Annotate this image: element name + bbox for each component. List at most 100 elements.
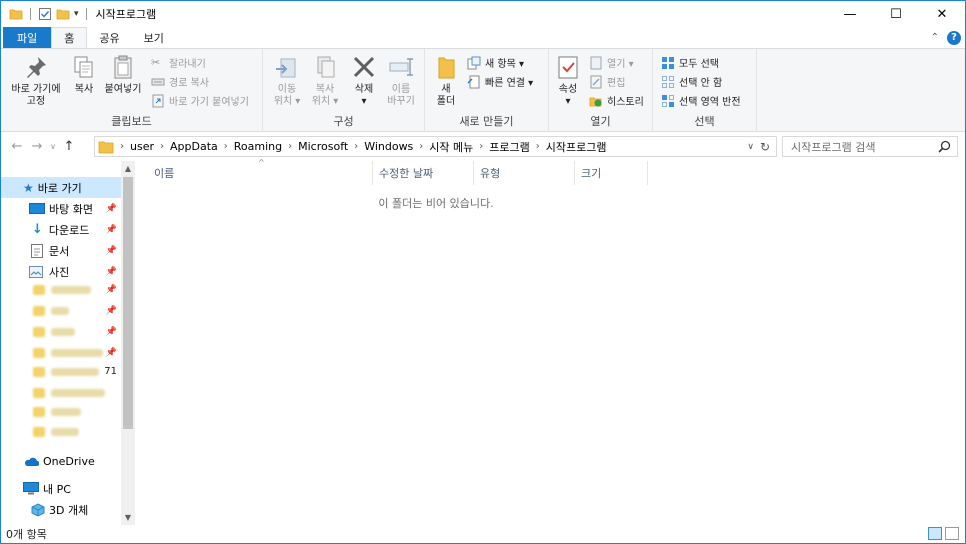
up-arrow-icon[interactable]: ↑ [59,139,79,154]
nav-this-pc[interactable]: 내 PC [1,478,121,499]
recent-locations-chevron-icon[interactable]: ∨ [47,142,59,151]
tab-home[interactable]: 홈 [51,27,88,48]
search-box[interactable]: 시작프로그램 검색 [782,136,958,157]
delete-label: 삭제 ▾ [354,84,374,107]
breadcrumb-chevron-icon[interactable]: › [160,141,164,152]
nav-documents-label: 문서 [49,244,70,258]
properties-check-icon[interactable] [38,7,52,21]
ribbon: 바로 가기에 고정 복사 붙여넣기 ✂ 잘라내기 경로 복사 바로 가기 붙여넣… [1,48,965,132]
easy-access-label: 빠른 연결 ▾ [485,78,534,89]
quick-access-toolbar: ▾ [1,7,90,21]
select-all-button[interactable]: 모두 선택 [661,55,719,70]
new-group-label: 새로 만들기 [459,115,514,128]
tab-share[interactable]: 공유 [87,27,131,48]
forward-arrow-icon[interactable]: → [27,139,47,154]
nav-blurred-folder[interactable] [1,421,121,442]
nav-blurred-folder[interactable]: 📌 [1,279,121,300]
properties-button[interactable]: 속성 ▾ [553,53,583,108]
nav-blurred-folder[interactable] [1,382,121,403]
scrollbar-thumb[interactable] [123,177,133,429]
address-bar[interactable]: › user › AppData › Roaming › Microsoft ›… [94,136,777,157]
paste-button[interactable]: 붙여넣기 [101,53,145,96]
breadcrumb-windows[interactable]: Windows [364,140,413,153]
breadcrumb-programs[interactable]: 프로그램 [489,139,529,155]
delete-button[interactable]: 삭제 ▾ [349,53,379,108]
breadcrumb-chevron-icon[interactable]: › [536,141,540,152]
copy-button[interactable]: 복사 [69,53,99,96]
collapse-ribbon-chevron-icon[interactable]: ⌃ [931,32,939,43]
column-date-modified[interactable]: 수정한 날짜 [373,161,474,185]
help-icon[interactable]: ? [947,30,961,45]
select-none-button[interactable]: 선택 안 함 [661,74,722,89]
breadcrumb-start-menu[interactable]: 시작 메뉴 [429,139,473,155]
cut-button[interactable]: ✂ 잘라내기 [151,55,206,71]
customize-toolbar-chevron-icon[interactable]: ▾ [74,9,79,19]
tab-file[interactable]: 파일 [3,27,52,48]
new-item-button[interactable]: 새 항목 ▾ [467,55,524,70]
folder-icon [33,305,45,316]
tab-view[interactable]: 보기 [132,27,176,48]
move-to-button[interactable]: 이동 위치 ▾ [269,53,305,108]
details-view-icon[interactable] [928,527,942,540]
rename-button[interactable]: 이름 바꾸기 [383,53,419,108]
copy-path-button[interactable]: 경로 복사 [151,74,209,89]
open-button[interactable]: 열기 ▾ [589,55,634,70]
refresh-icon[interactable]: ↻ [760,140,770,154]
close-button[interactable]: ✕ [919,1,965,27]
address-history-chevron-icon[interactable]: ∨ [747,142,754,152]
scroll-up-arrow-icon[interactable]: ▲ [121,164,135,173]
breadcrumb-startup[interactable]: 시작프로그램 [546,139,607,155]
nav-blurred-folder[interactable] [1,401,121,422]
breadcrumb-appdata[interactable]: AppData [170,140,218,153]
new-folder-button[interactable]: 새 폴더 [431,53,461,108]
invert-selection-label: 선택 영역 반전 [679,97,741,108]
breadcrumb-chevron-icon[interactable]: › [419,141,423,152]
new-item-icon [467,56,481,69]
history-button[interactable]: 히스토리 [589,93,644,108]
breadcrumb-chevron-icon[interactable]: › [354,141,358,152]
nav-quick-access[interactable]: ★ 바로 가기 [1,177,121,198]
nav-3d-objects[interactable]: 3D 개체 [1,499,121,520]
folder-icon [33,366,45,377]
properties-label: 속성 ▾ [558,84,578,107]
nav-blurred-folder[interactable]: 📌 [1,300,121,321]
search-icon[interactable] [938,140,951,153]
nav-blurred-folder[interactable]: 📌 [1,321,121,342]
scissors-icon: ✂ [151,55,161,69]
pinned-icon: 📌 [105,347,117,358]
breadcrumb-microsoft[interactable]: Microsoft [298,140,348,153]
minimize-button[interactable]: — [827,1,873,27]
large-icons-view-icon[interactable] [945,527,959,540]
nav-blurred-folder[interactable]: 📌 [1,342,121,363]
nav-documents[interactable]: 문서 📌 [1,240,121,261]
pin-to-quick-access-button[interactable]: 바로 가기에 고정 [5,53,67,108]
nav-downloads[interactable]: ↓ 다운로드 📌 [1,219,121,240]
breadcrumb-chevron-icon[interactable]: › [224,141,228,152]
nav-3d-objects-label: 3D 개체 [49,503,89,517]
breadcrumb-roaming[interactable]: Roaming [234,140,282,153]
nav-onedrive[interactable]: OneDrive [1,451,121,472]
nav-blurred-folder[interactable]: 71 [1,361,121,382]
column-type[interactable]: 유형 [474,161,575,185]
column-date-label: 수정한 날짜 [379,167,434,180]
view-switcher [928,527,959,540]
nav-desktop[interactable]: 바탕 화면 📌 [1,198,121,219]
back-arrow-icon[interactable]: ← [7,139,27,154]
maximize-button[interactable]: ☐ [873,1,919,27]
paste-shortcut-button[interactable]: 바로 가기 붙여넣기 [151,93,249,108]
history-icon [589,97,602,106]
invert-selection-button[interactable]: 선택 영역 반전 [661,93,741,108]
scroll-down-arrow-icon[interactable]: ▼ [121,513,135,522]
breadcrumb-chevron-icon[interactable]: › [288,141,292,152]
new-folder-icon[interactable] [56,7,70,21]
breadcrumb-chevron-icon[interactable]: › [479,141,483,152]
breadcrumb-user[interactable]: user [130,140,154,153]
navigation-scrollbar[interactable]: ▲ ▼ [121,161,135,525]
copy-to-button[interactable]: 복사 위치 ▾ [307,53,343,108]
redacted-label [51,348,103,357]
easy-access-button[interactable]: 빠른 연결 ▾ [467,74,533,89]
column-size[interactable]: 크기 [575,161,648,185]
edit-button[interactable]: 편집 [589,74,625,89]
breadcrumb-chevron-icon[interactable]: › [120,141,124,152]
column-name[interactable]: 이름 ^ [148,158,373,185]
